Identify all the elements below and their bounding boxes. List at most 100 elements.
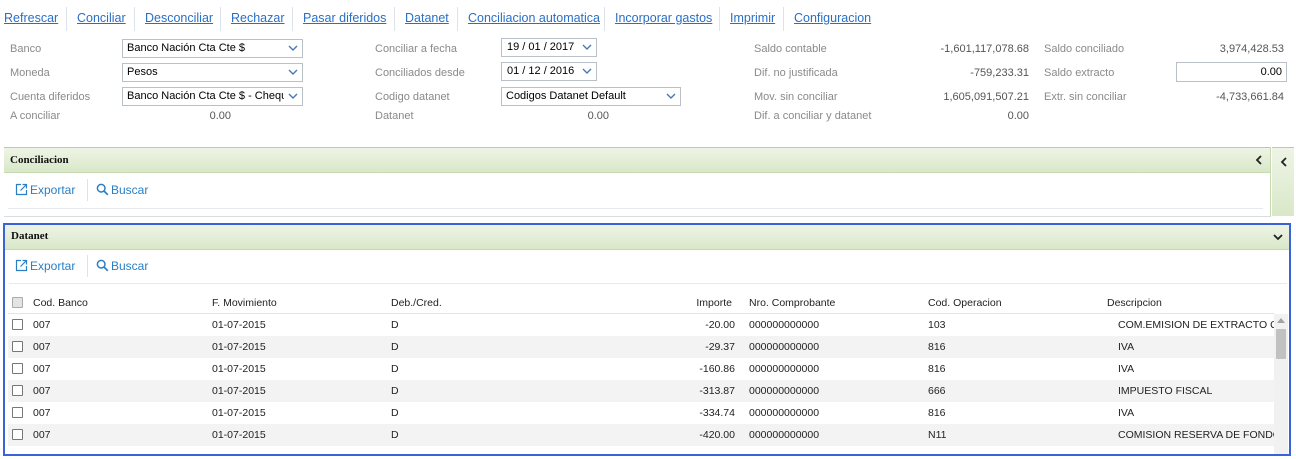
conciliacion-buscar-button[interactable]: Buscar xyxy=(96,182,148,198)
codigo-datanet-select[interactable]: Codigos Datanet Default xyxy=(501,87,681,106)
table-cell: 01-07-2015 xyxy=(212,341,266,353)
table-cell: 000000000000 xyxy=(749,319,820,331)
column-header[interactable]: F. Movimiento xyxy=(212,296,277,310)
rechazar-button[interactable]: Rechazar xyxy=(231,10,285,28)
row-checkbox[interactable] xyxy=(12,319,23,330)
search-icon xyxy=(96,183,109,196)
table-cell: 666 xyxy=(928,385,946,397)
table-cell: 000000000000 xyxy=(749,385,820,397)
table-cell: 01-07-2015 xyxy=(212,429,266,441)
toolbar-separator xyxy=(292,7,293,31)
table-cell: -420.00 xyxy=(699,429,735,441)
refrescar-button[interactable]: Refrescar xyxy=(4,10,58,28)
saldo-extracto-label: Saldo extracto xyxy=(1044,67,1115,79)
mov-sin-conciliar-label: Mov. sin conciliar xyxy=(754,91,838,103)
conciliacion-automatica-button[interactable]: Conciliacion automatica xyxy=(468,10,600,28)
column-header[interactable]: Cod. Operacion xyxy=(928,296,1002,310)
scroll-up-arrow-icon[interactable] xyxy=(1277,317,1285,323)
extr-sin-conciliar-value: -4,733,661.84 xyxy=(1216,91,1284,103)
table-cell: 007 xyxy=(33,407,51,419)
table-cell: D xyxy=(391,429,399,441)
table-row[interactable]: 007 01-07-2015 D -29.37 000000000000 816 IVA xyxy=(8,336,1274,358)
toolbar-separator xyxy=(66,7,67,31)
saldo-conciliado-label: Saldo conciliado xyxy=(1044,43,1125,55)
table-cell: 01-07-2015 xyxy=(212,385,266,397)
select-all-checkbox[interactable] xyxy=(12,297,23,308)
table-cell: 103 xyxy=(928,319,946,331)
desconciliar-button[interactable]: Desconciliar xyxy=(145,10,213,28)
chevron-left-icon[interactable] xyxy=(1254,155,1264,165)
divider xyxy=(9,283,1287,284)
incorporar-gastos-button[interactable]: Incorporar gastos xyxy=(615,10,712,28)
table-cell: 816 xyxy=(928,341,946,353)
table-cell: -160.86 xyxy=(699,363,735,375)
chevron-down-icon[interactable] xyxy=(1273,232,1283,242)
table-row[interactable]: 007 01-07-2015 D -334.74 000000000000 816 IVA xyxy=(8,402,1274,424)
chevron-down-icon xyxy=(666,93,676,99)
export-icon xyxy=(15,183,28,196)
table-cell: 01-07-2015 xyxy=(212,407,266,419)
conciliados-desde-picker[interactable]: 01 / 12 / 2016 xyxy=(501,62,597,81)
table-cell: -20.00 xyxy=(705,319,735,331)
table-row[interactable]: 007 01-07-2015 D -20.00 000000000000 103 COM.E… xyxy=(8,314,1278,336)
column-header[interactable]: Importe xyxy=(660,296,732,310)
conciliar-fecha-value: 19 / 01 / 2017 xyxy=(507,41,575,53)
table-row[interactable]: 007 01-07-2015 D -313.87 000000000000 666 IMPU… xyxy=(8,380,1274,402)
datanet-label: Datanet xyxy=(375,110,414,122)
moneda-select[interactable]: Pesos xyxy=(122,63,303,82)
toolbar-separator xyxy=(719,7,720,31)
conciliacion-exportar-label: Exportar xyxy=(30,183,76,197)
pasar-diferidos-button[interactable]: Pasar diferidos xyxy=(303,10,386,28)
column-header[interactable]: Nro. Comprobante xyxy=(749,296,835,310)
banco-select[interactable]: Banco Nación Cta Cte $ xyxy=(122,39,303,58)
table-cell: 816 xyxy=(928,363,946,375)
column-header[interactable]: Cod. Banco xyxy=(33,296,88,310)
side-panel-collapsed[interactable] xyxy=(1272,147,1294,216)
panel-toolbar-separator xyxy=(87,255,88,277)
datanet-exportar-button[interactable]: Exportar xyxy=(15,258,75,274)
row-checkbox[interactable] xyxy=(12,385,23,396)
panel-toolbar-separator xyxy=(87,179,88,201)
table-cell: 007 xyxy=(33,429,51,441)
conciliados-desde-label: Conciliados desde xyxy=(375,67,465,79)
table-cell: 007 xyxy=(33,363,51,375)
cuenta-diferidos-select[interactable]: Banco Nación Cta Cte $ - Cheques Diferid… xyxy=(122,87,303,106)
mov-sin-conciliar-value: 1,605,091,507.21 xyxy=(943,91,1029,103)
datanet-button[interactable]: Datanet xyxy=(405,10,449,28)
row-checkbox[interactable] xyxy=(12,363,23,374)
a-conciliar-label: A conciliar xyxy=(10,110,61,122)
table-cell: COM.EMISION DE EXTRACTO Q xyxy=(1118,319,1279,331)
conciliacion-panel: Conciliacion Exportar Buscar xyxy=(4,147,1271,217)
codigo-datanet-label: Codigo datanet xyxy=(375,91,450,103)
datanet-buscar-button[interactable]: Buscar xyxy=(96,258,148,274)
toolbar-separator xyxy=(394,7,395,31)
main-toolbar: Refrescar Conciliar Desconciliar Rechaza… xyxy=(0,0,1296,36)
column-header[interactable]: Deb./Cred. xyxy=(391,296,442,310)
imprimir-button[interactable]: Imprimir xyxy=(730,10,775,28)
table-cell: 01-07-2015 xyxy=(212,319,266,331)
column-header[interactable]: Descripcion xyxy=(1107,296,1162,310)
conciliar-fecha-picker[interactable]: 19 / 01 / 2017 xyxy=(501,38,597,57)
table-cell: -334.74 xyxy=(699,407,735,419)
conciliar-button[interactable]: Conciliar xyxy=(77,10,126,28)
table-cell: 000000000000 xyxy=(749,363,820,375)
row-checkbox[interactable] xyxy=(12,341,23,352)
table-cell: IVA xyxy=(1118,363,1135,375)
configuracion-button[interactable]: Configuracion xyxy=(794,10,871,28)
toolbar-separator xyxy=(220,7,221,31)
table-cell: 007 xyxy=(33,341,51,353)
table-row[interactable]: 007 01-07-2015 D -420.00 000000000000 N11 COMI… xyxy=(8,424,1281,446)
chevron-down-icon xyxy=(288,45,298,51)
datanet-panel-header: Datanet xyxy=(5,225,1289,250)
saldo-extracto-input[interactable]: 0.00 xyxy=(1176,62,1287,82)
datanet-buscar-label: Buscar xyxy=(111,259,149,273)
row-checkbox[interactable] xyxy=(12,407,23,418)
chevron-left-icon[interactable] xyxy=(1279,157,1289,167)
row-checkbox[interactable] xyxy=(12,429,23,440)
datanet-value: 0.00 xyxy=(587,110,609,122)
table-cell: COMISION RESERVA DE FONDO xyxy=(1118,429,1281,441)
vertical-scrollbar[interactable] xyxy=(1274,314,1288,454)
table-row[interactable]: 007 01-07-2015 D -160.86 000000000000 816 IVA xyxy=(8,358,1274,380)
scrollbar-thumb[interactable] xyxy=(1276,329,1286,359)
conciliacion-exportar-button[interactable]: Exportar xyxy=(15,182,75,198)
